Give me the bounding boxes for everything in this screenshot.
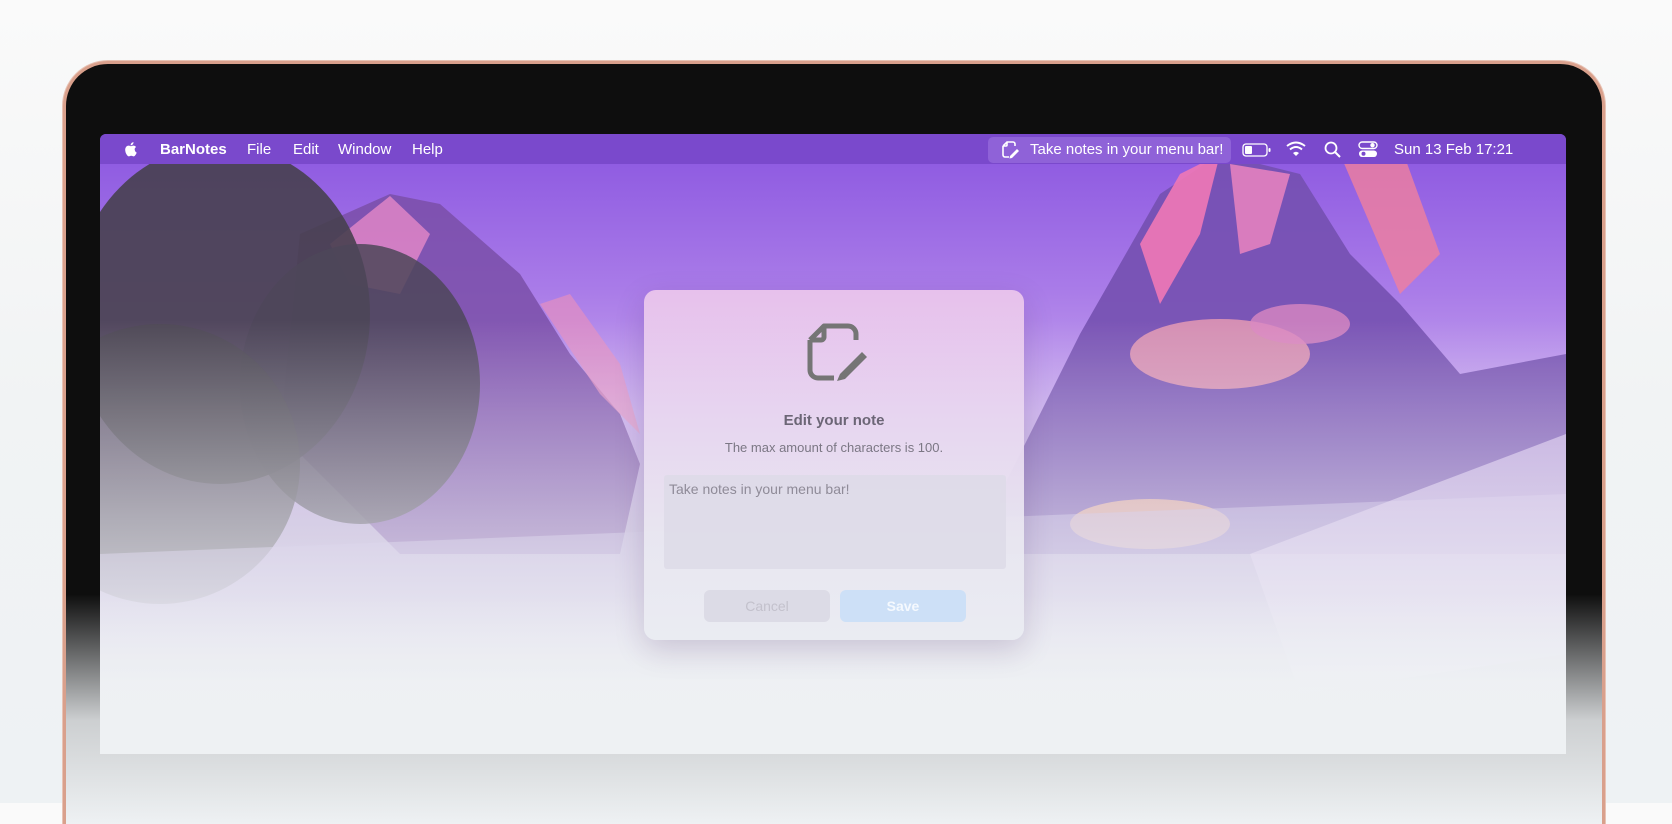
wifi-icon[interactable] <box>1286 141 1306 157</box>
menu-window[interactable]: Window <box>338 141 391 158</box>
menu-edit[interactable]: Edit <box>293 141 319 158</box>
edit-note-dialog: Edit your note The max amount of charact… <box>644 290 1024 640</box>
menu-bar: BarNotes File Edit Window Help Take note… <box>100 134 1566 164</box>
menu-help[interactable]: Help <box>412 141 443 158</box>
dialog-title: Edit your note <box>783 412 885 429</box>
search-icon[interactable] <box>1324 141 1342 159</box>
menu-clock[interactable]: Sun 13 Feb 17:21 <box>1394 141 1513 158</box>
save-button[interactable]: Save <box>840 590 966 622</box>
control-center-icon[interactable] <box>1358 141 1378 158</box>
note-edit-icon <box>807 323 867 381</box>
note-input[interactable]: Take notes in your menu bar! <box>664 475 1006 569</box>
dialog-subtitle: The max amount of characters is 100. <box>724 440 944 455</box>
cancel-button[interactable]: Cancel <box>704 590 830 622</box>
note-text: Take notes in your menu bar! <box>1030 141 1224 158</box>
menu-file[interactable]: File <box>247 141 271 158</box>
barnotes-menu-extra[interactable]: Take notes in your menu bar! <box>988 137 1231 163</box>
note-edit-icon <box>1002 141 1019 159</box>
app-name-menu[interactable]: BarNotes <box>160 141 227 158</box>
battery-icon[interactable] <box>1242 143 1272 157</box>
apple-icon[interactable] <box>122 140 140 158</box>
